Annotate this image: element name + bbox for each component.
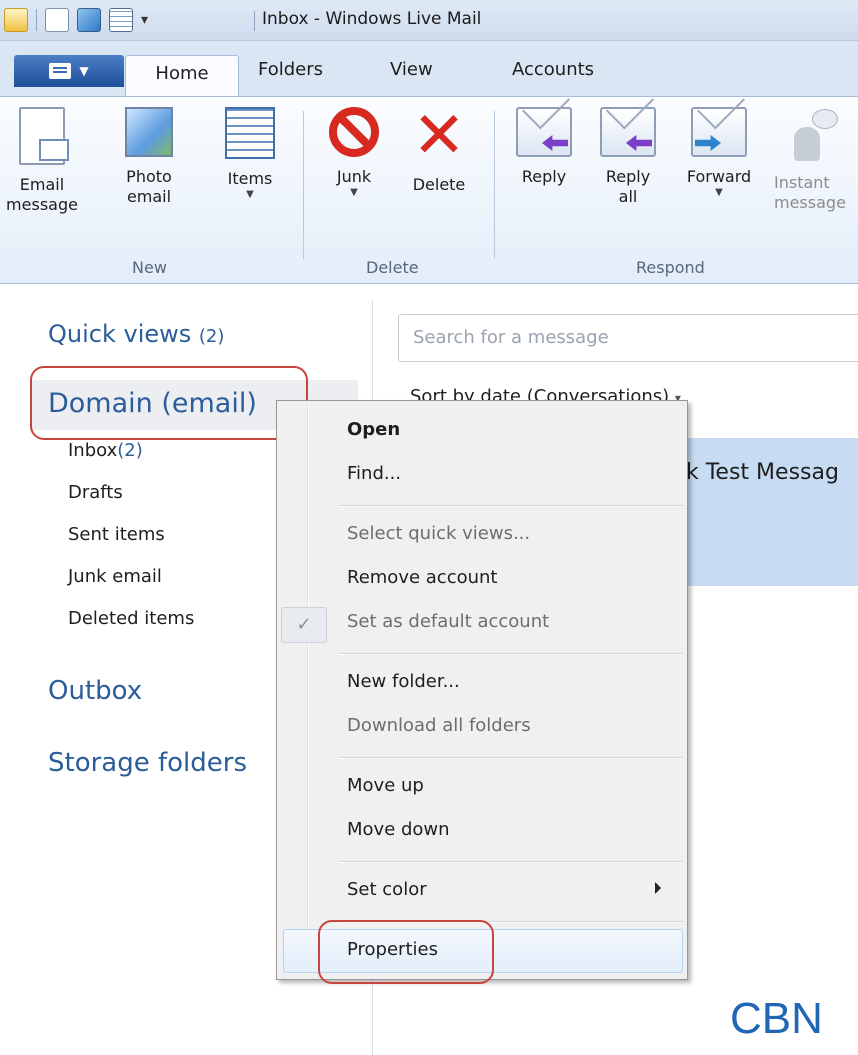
reply-all-button[interactable]: Reply all	[592, 107, 664, 207]
menu-item-select-quick-views[interactable]: Select quick views...	[347, 523, 530, 544]
menu-item-set-default-account[interactable]: Set as default account	[347, 611, 549, 632]
toolbar-divider	[36, 9, 37, 31]
windows-live-mail-app-icon[interactable]	[4, 8, 28, 32]
photo-email-icon	[125, 107, 173, 157]
items-icon	[225, 107, 275, 159]
button-label: Delete	[412, 175, 466, 194]
tab-folders[interactable]: Folders	[258, 59, 323, 80]
instant-message-icon	[792, 107, 838, 163]
quick-access-toolbar: ▾	[4, 6, 154, 34]
dropdown-arrow-icon: ▼	[246, 189, 254, 200]
tab-home[interactable]: Home	[125, 55, 239, 100]
tab-accounts[interactable]: Accounts	[512, 59, 594, 80]
application-menu-button[interactable]: ▼	[14, 55, 124, 87]
annotation-circle-properties	[318, 920, 494, 984]
search-input[interactable]: Search for a message	[398, 314, 858, 362]
items-button[interactable]: Items ▼	[212, 107, 288, 201]
button-label: Forward	[686, 167, 752, 186]
dropdown-arrow-icon: ▼	[715, 187, 723, 198]
folder-unread-count: (2)	[117, 440, 143, 461]
delete-icon: ✕	[412, 99, 466, 173]
annotation-circle-account	[30, 366, 308, 440]
group-divider	[303, 111, 304, 259]
menu-separator	[339, 757, 683, 759]
ribbon: Email message Photo email Items ▼ Junk ▼…	[0, 96, 858, 284]
group-label-delete: Delete	[366, 258, 419, 277]
menu-gutter	[307, 403, 309, 975]
reply-button[interactable]: Reply	[508, 107, 580, 187]
junk-icon	[329, 107, 379, 157]
app-menu-icon	[49, 63, 72, 79]
button-label: all	[618, 187, 638, 206]
new-message-icon[interactable]	[45, 8, 69, 32]
forward-icon	[691, 107, 747, 157]
button-label: Reply	[521, 167, 567, 186]
menu-item-move-down[interactable]: Move down	[347, 819, 450, 840]
menu-item-open[interactable]: Open	[347, 419, 400, 440]
search-placeholder: Search for a message	[413, 327, 609, 348]
folder-sent-items[interactable]: Sent items	[68, 524, 165, 545]
quick-views-link[interactable]: Quick views (2)	[48, 320, 224, 348]
watermark-logo: CBN	[730, 994, 823, 1043]
chevron-down-icon: ▼	[79, 64, 89, 78]
button-label: Instant	[774, 173, 830, 192]
submenu-arrow-icon	[655, 882, 661, 894]
menu-item-remove-account[interactable]: Remove account	[347, 567, 497, 588]
button-label: message	[6, 195, 78, 214]
forward-button[interactable]: Forward ▼	[674, 107, 764, 199]
button-label: Items	[227, 169, 273, 188]
folder-label: Inbox	[68, 440, 118, 461]
message-subject: k Test Messag	[686, 460, 839, 485]
folder-inbox[interactable]: Inbox(2)	[68, 440, 143, 461]
button-label: Photo	[126, 167, 172, 186]
group-label-new: New	[132, 258, 167, 277]
reply-all-icon	[600, 107, 656, 157]
quick-views-count: (2)	[198, 326, 225, 347]
customize-toolbar-dropdown-icon[interactable]: ▾	[141, 12, 148, 28]
calendar-icon[interactable]	[109, 8, 133, 32]
photo-email-button[interactable]: Photo email	[112, 107, 186, 207]
outbox-link[interactable]: Outbox	[48, 676, 142, 706]
reply-icon	[516, 107, 572, 157]
button-label: message	[774, 193, 846, 212]
button-label: Junk	[336, 167, 372, 186]
button-label: Email	[19, 175, 65, 194]
menu-item-move-up[interactable]: Move up	[347, 775, 424, 796]
instant-message-button[interactable]: Instant message	[770, 107, 858, 213]
window-title: Inbox - Windows Live Mail	[253, 9, 482, 31]
delete-button[interactable]: ✕ Delete	[400, 99, 478, 195]
button-label: Reply	[605, 167, 651, 186]
menu-separator	[339, 653, 683, 655]
storage-folders-link[interactable]: Storage folders	[48, 748, 247, 778]
folder-drafts[interactable]: Drafts	[68, 482, 123, 503]
checkmark-icon: ✓	[281, 607, 327, 643]
menu-item-find[interactable]: Find...	[347, 463, 401, 484]
context-menu: Open Find... Select quick views... Remov…	[276, 400, 688, 980]
junk-button[interactable]: Junk ▼	[322, 107, 386, 199]
quick-views-label: Quick views	[48, 320, 192, 348]
menu-item-download-all-folders[interactable]: Download all folders	[347, 715, 531, 736]
menu-item-set-color[interactable]: Set color	[347, 879, 427, 900]
title-bar: ▾ Inbox - Windows Live Mail	[0, 0, 858, 41]
email-message-icon	[19, 107, 69, 165]
button-label: email	[126, 187, 172, 206]
group-divider	[494, 111, 495, 259]
email-message-button[interactable]: Email message	[4, 107, 80, 215]
menu-separator	[339, 861, 683, 863]
photo-email-icon[interactable]	[77, 8, 101, 32]
folder-junk-email[interactable]: Junk email	[68, 566, 162, 587]
menu-item-new-folder[interactable]: New folder...	[347, 671, 460, 692]
tab-view[interactable]: View	[390, 59, 433, 80]
group-label-respond: Respond	[636, 258, 705, 277]
menu-separator	[339, 505, 683, 507]
folder-deleted-items[interactable]: Deleted items	[68, 608, 194, 629]
dropdown-arrow-icon: ▼	[350, 187, 358, 198]
